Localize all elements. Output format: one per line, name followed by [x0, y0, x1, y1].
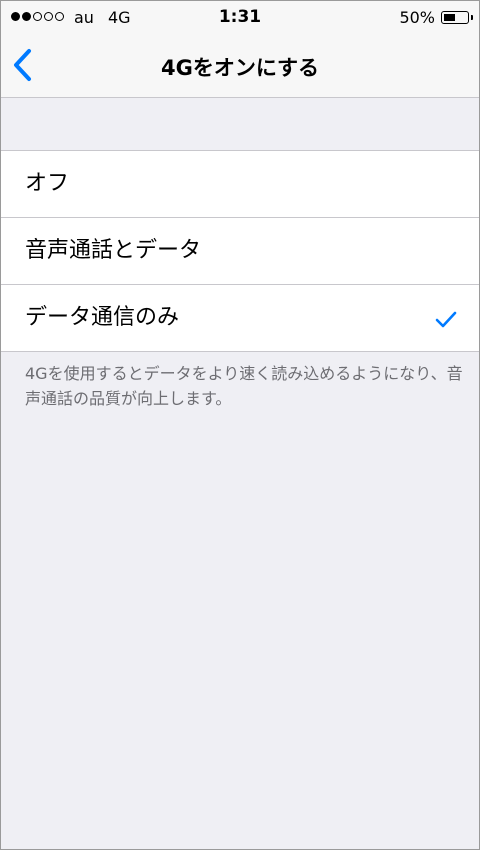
network-option-list: オフ 音声通話とデータ データ通信のみ [1, 150, 479, 352]
navigation-bar: 4Gをオンにする [1, 35, 479, 98]
option-label: データ通信のみ [25, 305, 180, 330]
option-off[interactable]: オフ [1, 151, 479, 217]
phone-screen: au 4G 1:31 50% 4Gをオンにする オフ 音声通話とデータ データ通… [0, 0, 480, 850]
option-data-only[interactable]: データ通信のみ [1, 284, 479, 351]
checkmark-icon [435, 311, 457, 328]
battery-level [443, 13, 455, 21]
footer-description: 4Gを使用するとデータをより速く読み込めるようになり、音声通話の品質が向上します… [25, 364, 463, 408]
battery-percentage: 50% [399, 8, 435, 27]
battery-icon [441, 11, 473, 24]
option-label: オフ [25, 171, 70, 196]
option-voice-and-data[interactable]: 音声通話とデータ [1, 217, 479, 284]
status-bar: au 4G 1:31 50% [1, 1, 479, 35]
option-label: 音声通話とデータ [25, 238, 202, 263]
page-title: 4Gをオンにする [160, 56, 320, 80]
